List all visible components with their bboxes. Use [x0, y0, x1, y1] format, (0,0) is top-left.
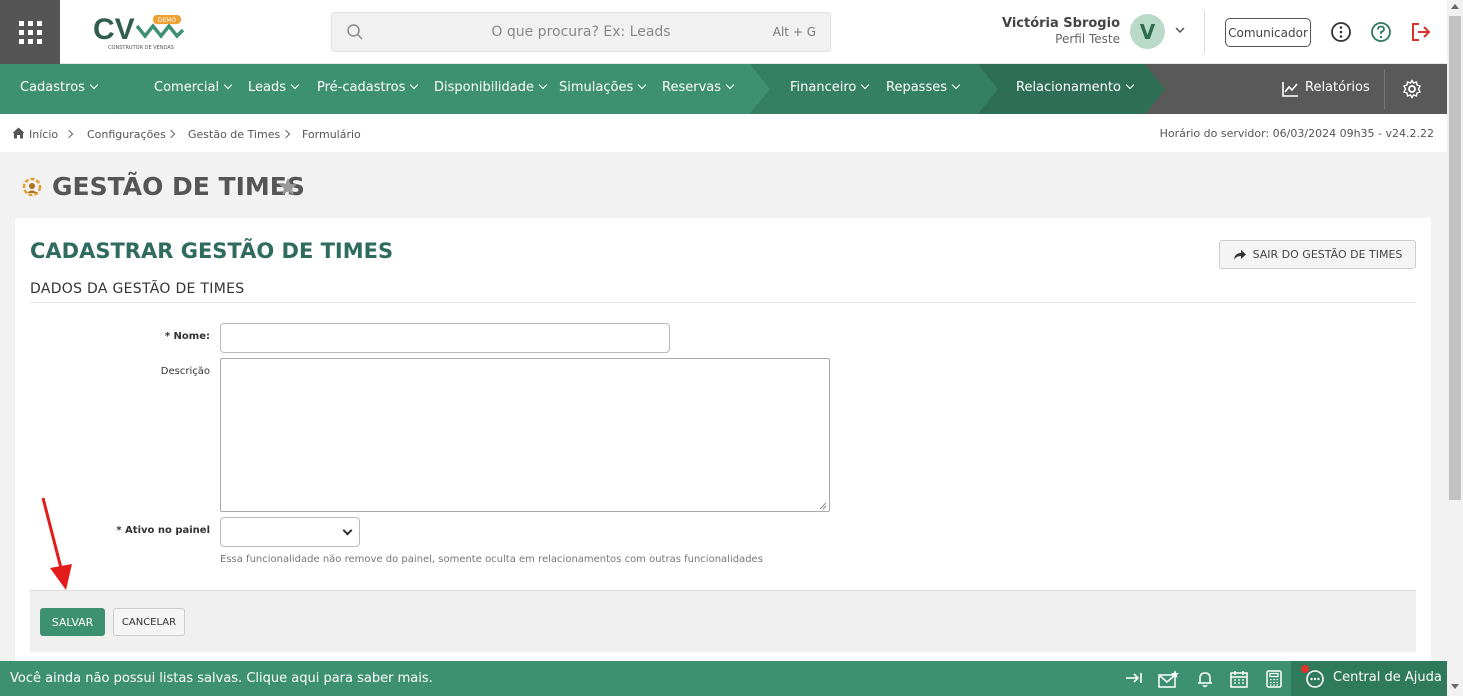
scroll-up-icon[interactable]	[1451, 4, 1459, 9]
server-time: Horário do servidor: 06/03/2024 09h35 - …	[1159, 127, 1434, 140]
chevron-down-icon[interactable]	[1174, 24, 1186, 36]
breadcrumb: Início Configurações Gestão de Times For…	[0, 114, 1447, 152]
nav-financeiro[interactable]: Financeiro	[790, 80, 870, 95]
nav-divider	[1384, 69, 1385, 109]
mail-star-icon[interactable]	[1158, 670, 1180, 688]
bottom-bar: Você ainda não possui listas salvas. Cli…	[0, 661, 1447, 696]
exit-button[interactable]: SAIR DO GESTÃO DE TIMES	[1219, 240, 1416, 269]
scrollbar[interactable]	[1447, 0, 1463, 696]
chevron-down-icon	[342, 525, 353, 536]
gear-icon[interactable]	[1402, 79, 1422, 99]
ativo-help-text: Essa funcionalidade não remove do painel…	[220, 554, 763, 565]
user-name: Victória Sbrogio	[1001, 16, 1120, 31]
nav-repasses[interactable]: Repasses	[886, 80, 961, 95]
chevron-right-icon	[281, 129, 291, 139]
ativo-select[interactable]	[220, 517, 360, 547]
save-button[interactable]: SALVAR	[40, 608, 105, 636]
help-center-button[interactable]: Central de Ajuda	[1291, 661, 1447, 696]
nav-cadastros[interactable]: Cadastros	[20, 80, 99, 95]
logo[interactable]: CV DEMO CONSTRUTOR DE VENDAS	[93, 12, 185, 54]
descricao-label: Descrição	[160, 366, 210, 377]
form-title: CADASTRAR GESTÃO DE TIMES	[30, 239, 394, 263]
help-center-label: Central de Ajuda	[1333, 670, 1442, 685]
calculator-icon[interactable]	[1266, 670, 1282, 688]
scroll-down-icon[interactable]	[1451, 684, 1459, 689]
bell-icon[interactable]	[1197, 670, 1213, 688]
descricao-textarea[interactable]	[220, 358, 830, 512]
nome-input[interactable]	[220, 323, 670, 353]
nav-reservas[interactable]: Reservas	[662, 80, 735, 95]
nav-simulacoes[interactable]: Simulações	[559, 80, 647, 95]
breadcrumb-inicio[interactable]: Início	[29, 128, 58, 141]
nav-relacionamento[interactable]: Relacionamento	[1016, 80, 1135, 95]
nav-disponibilidade[interactable]: Disponibilidade	[434, 80, 548, 95]
collapse-icon[interactable]	[1125, 670, 1143, 686]
nav-comercial[interactable]: Comercial	[154, 80, 233, 95]
nav-relatorios[interactable]: Relatórios	[1305, 80, 1370, 95]
exit-button-label: SAIR DO GESTÃO DE TIMES	[1252, 248, 1403, 261]
user-profile: Perfil Teste	[1055, 32, 1120, 46]
nav-pre-cadastros[interactable]: Pré-cadastros	[317, 80, 419, 95]
search-shortcut: Alt + G	[772, 25, 816, 39]
calendar-icon[interactable]	[1230, 670, 1248, 688]
section-title: DADOS DA GESTÃO DE TIMES	[30, 281, 245, 297]
breadcrumb-configuracoes[interactable]: Configurações	[87, 128, 166, 141]
annotation-arrow-icon	[41, 497, 72, 590]
search-box[interactable]: O que procura? Ex: Leads Alt + G	[331, 12, 831, 52]
logo-badge: DEMO	[158, 17, 177, 24]
favorite-star-icon[interactable]	[278, 177, 298, 196]
chevron-right-icon	[64, 129, 74, 139]
resize-handle-icon[interactable]	[819, 502, 827, 510]
comunicador-button[interactable]: Comunicador	[1225, 18, 1311, 47]
chevron-right-icon	[166, 129, 176, 139]
logo-tagline: CONSTRUTOR DE VENDAS	[108, 45, 174, 51]
apps-menu-button[interactable]	[0, 0, 60, 64]
chart-line-icon	[1282, 82, 1298, 97]
form-card: CADASTRAR GESTÃO DE TIMES SAIR DO GESTÃO…	[15, 218, 1431, 662]
ativo-label: * Ativo no painel	[116, 525, 210, 536]
team-gear-icon	[22, 177, 42, 197]
chat-icon	[1306, 670, 1324, 688]
avatar[interactable]: V	[1130, 14, 1165, 49]
grid-icon	[18, 20, 42, 44]
home-icon[interactable]	[12, 127, 25, 139]
nav-leads[interactable]: Leads	[248, 80, 300, 95]
form-actions: SALVAR CANCELAR	[30, 590, 1416, 652]
main-nav: Cadastros Comercial Leads Pré-cadastros …	[0, 64, 1447, 114]
help-icon[interactable]	[1370, 21, 1392, 43]
more-options-icon[interactable]	[1330, 21, 1352, 43]
page-title: GESTÃO DE TIMES	[52, 172, 305, 201]
user-info[interactable]: Victória Sbrogio Perfil Teste	[1002, 16, 1120, 46]
breadcrumb-formulario: Formulário	[302, 128, 361, 141]
saved-lists-message[interactable]: Você ainda não possui listas salvas. Cli…	[10, 671, 433, 686]
scrollbar-thumb[interactable]	[1449, 16, 1461, 500]
cancel-button[interactable]: CANCELAR	[113, 608, 185, 636]
search-placeholder: O que procura? Ex: Leads	[491, 24, 671, 40]
breadcrumb-gestao-de-times[interactable]: Gestão de Times	[188, 128, 280, 141]
logo-text: CV	[93, 13, 135, 46]
divider	[30, 302, 1416, 303]
top-bar: CV DEMO CONSTRUTOR DE VENDAS O que procu…	[0, 0, 1447, 64]
share-arrow-icon	[1233, 249, 1246, 260]
divider	[1204, 10, 1205, 54]
nome-label: * Nome:	[164, 331, 210, 342]
logout-icon[interactable]	[1410, 21, 1432, 43]
